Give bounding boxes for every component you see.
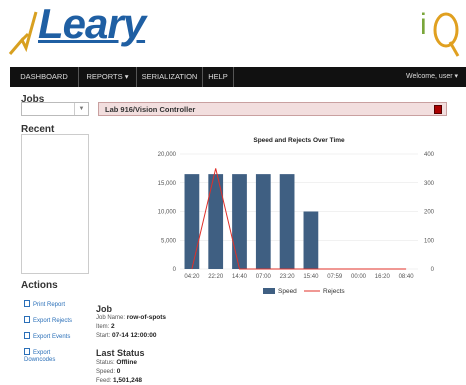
job-start-value: 07-14 12:00:00	[112, 332, 157, 339]
speed-bar	[255, 174, 271, 269]
status-label: Status:	[96, 360, 115, 366]
x-tick-label: 14:40	[232, 274, 248, 280]
export-events-link[interactable]: Export Events	[24, 332, 70, 341]
y-left-tick-label: 20,000	[158, 152, 177, 158]
job-heading: Job	[96, 304, 113, 314]
iq-logo-q-icon	[433, 12, 460, 57]
recent-list[interactable]	[21, 134, 89, 274]
job-item-value: 2	[111, 323, 115, 330]
y-left-tick-label: 10,000	[158, 210, 177, 216]
y-right-tick-label: 400	[424, 152, 435, 158]
speed-label: Speed:	[96, 369, 116, 375]
y-right-tick-label: 0	[431, 267, 435, 273]
rejects-line	[191, 168, 407, 270]
document-icon	[24, 316, 30, 323]
job-name-row: Job Name: row-of-spots	[96, 314, 166, 321]
chart-title: Speed and Rejects Over Time	[253, 137, 345, 144]
feed-row: Feed: 1,501,248	[96, 377, 142, 384]
speed-bar	[232, 174, 247, 269]
speed-row: Speed: 0	[96, 368, 120, 375]
status-row: Status: Offline	[96, 359, 137, 366]
y-left-tick-label: 5,000	[161, 238, 177, 244]
x-tick-label: 08:40	[399, 274, 415, 280]
chevron-down-icon[interactable]: ▼	[74, 103, 88, 115]
x-tick-label: 07:59	[327, 274, 343, 280]
nav-dashboard[interactable]: DASHBOARD	[10, 67, 79, 87]
y-left-tick-label: 0	[173, 267, 177, 273]
export-rejects-link[interactable]: Export Rejects	[24, 316, 72, 325]
x-tick-label: 15:40	[303, 274, 319, 280]
feed-label: Feed:	[96, 378, 112, 384]
nav-reports[interactable]: REPORTS ▾	[79, 67, 137, 87]
logo-text: Leary	[38, 0, 146, 47]
leary-logo[interactable]: Leary	[6, 0, 146, 62]
print-report-link[interactable]: Print Report	[24, 300, 65, 309]
legend-speed-swatch	[263, 288, 275, 294]
speed-rejects-chart: Speed and Rejects Over Time 0 0 5,000 100 10,…	[140, 132, 450, 302]
status-value: Offline	[116, 359, 137, 366]
jobs-select[interactable]: ▼	[21, 102, 89, 116]
legend-speed-label: Speed	[278, 288, 297, 295]
chart-svg: Speed and Rejects Over Time 0 0 5,000 100 10,…	[158, 137, 435, 295]
actions-heading: Actions	[21, 280, 58, 291]
document-icon	[24, 348, 30, 355]
job-start-row: Start: 07-14 12:00:00	[96, 332, 156, 339]
job-name-value: row-of-spots	[126, 314, 167, 321]
nav-help[interactable]: HELP	[203, 67, 234, 87]
y-right-tick-label: 300	[424, 181, 435, 187]
y-right-tick-label: 100	[424, 238, 435, 244]
speed-bar	[303, 211, 319, 269]
job-name-label: Job Name:	[96, 315, 126, 321]
nav-serialization[interactable]: SERIALIZATION	[137, 67, 203, 87]
x-tick-label: 16:20	[375, 274, 391, 280]
x-tick-label: 07:00	[256, 274, 272, 280]
export-rejects-label: Export Rejects	[33, 318, 73, 324]
x-tick-label: 23:20	[280, 274, 296, 280]
export-events-label: Export Events	[33, 334, 71, 340]
header: Leary i	[0, 0, 466, 66]
user-menu[interactable]: Welcome, user ▾	[406, 67, 458, 87]
last-status-heading: Last Status	[96, 348, 145, 358]
speed-value: 0	[116, 368, 121, 375]
x-tick-label: 22:20	[208, 274, 224, 280]
feed-value: 1,501,248	[113, 377, 142, 384]
job-title: Lab 916/Vision Controller	[105, 105, 196, 114]
top-navbar: DASHBOARD REPORTS ▾ SERIALIZATION HELP W…	[10, 67, 466, 87]
x-tick-label: 04:20	[184, 274, 200, 280]
y-left-tick-label: 15,000	[158, 181, 177, 187]
speed-bar	[184, 174, 200, 269]
document-icon	[24, 300, 30, 307]
job-item-row: Item: 2	[96, 323, 115, 330]
iq-logo: i	[420, 8, 464, 60]
x-tick-label: 00:00	[351, 274, 367, 280]
status-indicator	[434, 105, 442, 114]
job-title-bar: Lab 916/Vision Controller	[98, 102, 447, 116]
export-downcodes-link[interactable]: Export Downcodes	[24, 348, 64, 364]
document-icon	[24, 332, 30, 339]
iq-logo-i: i	[420, 8, 427, 41]
legend-rejects-label: Rejects	[323, 288, 345, 295]
job-start-label: Start:	[96, 333, 111, 339]
y-right-tick-label: 200	[424, 210, 435, 216]
job-item-label: Item:	[96, 324, 110, 330]
speed-bar	[279, 174, 295, 269]
print-report-label: Print Report	[33, 302, 66, 308]
